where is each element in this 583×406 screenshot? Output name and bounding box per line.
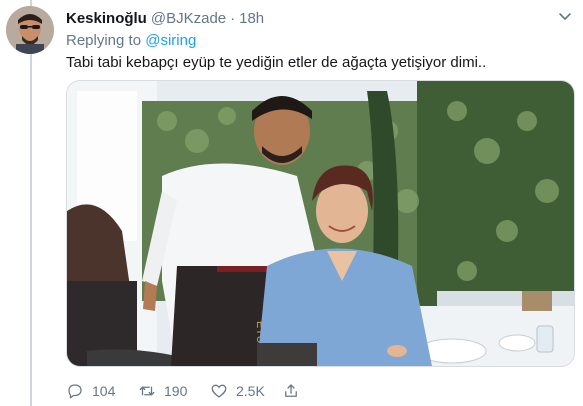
like-count: 2.5K <box>236 383 265 399</box>
share-icon <box>285 384 297 397</box>
chevron-down-icon[interactable] <box>557 8 573 24</box>
separator-dot: · <box>230 9 236 27</box>
reply-count: 104 <box>92 383 116 399</box>
avatar[interactable] <box>6 6 54 54</box>
tweet-photo[interactable]: EYÜP <box>66 80 575 367</box>
user-handle[interactable]: @BJKzade <box>151 10 226 27</box>
retweet-count: 190 <box>164 383 188 399</box>
reply-button[interactable]: 104 <box>66 382 138 400</box>
thread-line <box>30 0 32 406</box>
heart-icon <box>211 384 227 398</box>
retweet-button[interactable]: 190 <box>138 382 210 400</box>
replying-to: Replying to @siring <box>66 32 196 49</box>
tweet-actions: 104 190 2.5K <box>66 380 354 402</box>
share-button[interactable] <box>282 382 354 400</box>
retweet-icon <box>139 386 155 396</box>
photo-image: EYÜP <box>67 81 574 366</box>
reply-icon <box>68 384 82 399</box>
avatar-image <box>6 6 54 54</box>
mention-link[interactable]: @siring <box>145 32 196 49</box>
display-name[interactable]: Keskinoğlu <box>66 10 147 27</box>
timestamp[interactable]: 18h <box>239 10 264 27</box>
tweet-header: Keskinoğlu @BJKzade · 18h <box>66 8 264 28</box>
replying-prefix: Replying to <box>66 32 142 49</box>
tweet-text: Tabi tabi kebapçı eyüp te yediğin etler … <box>66 54 487 71</box>
like-button[interactable]: 2.5K <box>210 382 282 400</box>
